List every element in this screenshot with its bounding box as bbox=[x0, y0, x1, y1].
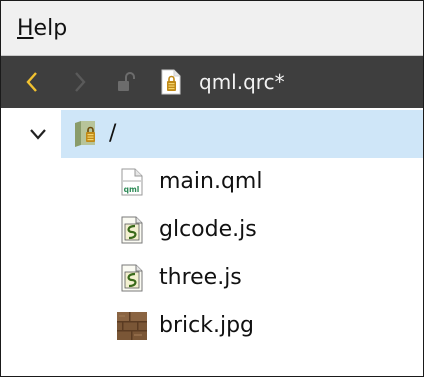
tree-item-label: brick.jpg bbox=[159, 313, 254, 338]
document-icon bbox=[157, 56, 185, 108]
tree-item-three-js[interactable]: three.js bbox=[1, 254, 423, 302]
forward-button[interactable] bbox=[67, 56, 93, 108]
help-menu-mnemonic: H bbox=[17, 16, 34, 41]
tree-item-glcode-js[interactable]: glcode.js bbox=[1, 206, 423, 254]
resource-folder-icon bbox=[75, 121, 95, 147]
help-menu-label: elp bbox=[33, 16, 68, 41]
tree-item-label: glcode.js bbox=[159, 217, 257, 242]
menu-bar: Help bbox=[1, 1, 423, 56]
back-button[interactable] bbox=[19, 56, 45, 108]
help-menu[interactable]: Help bbox=[17, 15, 67, 43]
unlocked-icon bbox=[118, 72, 135, 91]
qrc-file-icon bbox=[161, 69, 181, 95]
image-thumbnail-icon bbox=[117, 312, 147, 340]
tree-item-main-qml[interactable]: qml main.qml bbox=[1, 158, 423, 206]
tree-item-brick-jpg[interactable]: brick.jpg bbox=[1, 302, 423, 350]
js-file-icon bbox=[121, 216, 143, 244]
js-file-icon bbox=[121, 264, 143, 292]
svg-text:qml: qml bbox=[124, 185, 140, 194]
resource-editor-window: Help qml.qrc* / qml main.qml glcode.js t… bbox=[0, 0, 424, 377]
chevron-down-icon[interactable] bbox=[27, 123, 49, 145]
chevron-left-icon bbox=[26, 72, 37, 92]
document-title[interactable]: qml.qrc* bbox=[199, 56, 285, 108]
tree-root-label: / bbox=[109, 121, 117, 146]
tree-item-label: three.js bbox=[159, 265, 242, 290]
editor-toolbar: qml.qrc* bbox=[1, 56, 423, 108]
tree-root-row[interactable]: / bbox=[61, 110, 423, 158]
qml-file-icon: qml bbox=[121, 168, 143, 196]
chevron-right-icon bbox=[75, 72, 86, 92]
tree-item-label: main.qml bbox=[159, 169, 263, 194]
lock-toggle[interactable] bbox=[115, 56, 137, 108]
